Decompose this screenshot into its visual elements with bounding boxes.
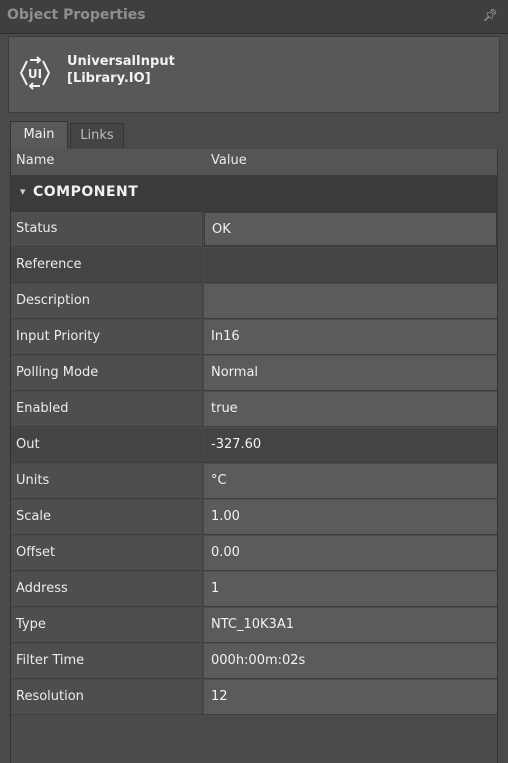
property-value: 000h:00m:02s [211,653,306,668]
property-name-cell: Scale [11,500,203,534]
property-row[interactable]: Input Priority In16 [11,320,497,355]
property-name: Description [16,293,91,308]
property-value-cell[interactable]: true [204,392,497,426]
property-row[interactable]: Enabled true [11,392,497,427]
panel-title: Object Properties [7,7,146,23]
property-name: Address [16,581,68,596]
property-value: -327.60 [211,437,262,452]
property-name-cell: Resolution [11,680,203,714]
group-label: COMPONENT [33,184,139,200]
property-name: Scale [16,509,51,524]
svg-text:UI: UI [28,67,42,81]
property-row[interactable]: Filter Time 000h:00m:02s [11,644,497,679]
property-name: Input Priority [16,329,101,344]
property-value: 0.00 [211,545,240,560]
property-name: Out [16,437,40,452]
property-value-cell[interactable]: 1 [204,572,497,606]
property-name-cell: Enabled [11,392,203,426]
grid-header: Name Value [11,149,497,176]
property-name-cell: Type [11,608,203,642]
property-name: Status [16,221,58,236]
tab-links[interactable]: Links [70,123,124,148]
property-name-cell: Input Priority [11,320,203,354]
property-value: 1 [211,581,220,596]
property-value: true [211,401,238,416]
property-name-cell: Offset [11,536,203,570]
property-name: Resolution [16,689,84,704]
chevron-down-icon[interactable]: ▾ [20,185,26,198]
property-name-cell: Out [11,428,203,462]
property-name: Type [16,617,46,632]
property-value-cell[interactable]: 12 [204,680,497,714]
object-header: UI UniversalInput [Library.IO] [8,36,500,113]
property-value-cell[interactable] [204,248,497,282]
pin-icon[interactable]: 📌︎ [483,8,498,22]
group-component[interactable]: ▾ COMPONENT [11,176,497,212]
object-properties-panel: Object Properties 📌︎ UI UniversalInput [… [0,0,508,763]
property-name-cell: Status [11,212,203,246]
property-row[interactable]: Offset 0.00 [11,536,497,571]
panel-titlebar: Object Properties 📌︎ [0,0,508,34]
property-name-cell: Polling Mode [11,356,203,390]
property-value-cell[interactable]: 000h:00m:02s [204,644,497,678]
property-value-cell[interactable]: °C [204,464,497,498]
property-row[interactable]: Units °C [11,464,497,499]
property-name: Units [16,473,50,488]
property-row[interactable]: Type NTC_10K3A1 [11,608,497,643]
property-value: NTC_10K3A1 [211,617,294,632]
property-row[interactable]: Scale 1.00 [11,500,497,535]
property-row[interactable]: Description [11,284,497,319]
property-name: Offset [16,545,56,560]
property-value: Normal [211,365,259,380]
object-library: [Library.IO] [67,71,151,86]
property-value: OK [212,222,231,237]
property-value: 12 [211,689,228,704]
property-row[interactable]: Resolution 12 [11,680,497,715]
property-name-cell: Description [11,284,203,318]
property-value-cell[interactable] [204,284,497,318]
property-value: °C [211,473,227,488]
property-value-cell[interactable]: 0.00 [204,536,497,570]
property-row[interactable]: Status OK [11,212,497,247]
column-header-value[interactable]: Value [211,153,247,168]
property-name: Reference [16,257,82,272]
property-value: In16 [211,329,240,344]
column-header-name[interactable]: Name [16,153,54,168]
property-row[interactable]: Out -327.60 [11,428,497,463]
property-value: 1.00 [211,509,240,524]
property-name: Enabled [16,401,69,416]
property-name: Filter Time [16,653,85,668]
property-value-cell[interactable]: Normal [204,356,497,390]
property-grid: Name Value ▾ COMPONENT Status OK Reference… [10,149,498,763]
property-row[interactable]: Address 1 [11,572,497,607]
property-value-cell[interactable]: In16 [204,320,497,354]
property-value-cell[interactable]: OK [204,212,497,246]
property-value-cell[interactable]: 1.00 [204,500,497,534]
universal-input-icon: UI [19,56,51,90]
object-name: UniversalInput [67,54,175,69]
property-value-cell[interactable]: NTC_10K3A1 [204,608,497,642]
property-name: Polling Mode [16,365,99,380]
property-name-cell: Address [11,572,203,606]
property-name-cell: Reference [11,248,203,282]
property-value-cell[interactable]: -327.60 [204,428,497,462]
property-name-cell: Filter Time [11,644,203,678]
property-row[interactable]: Polling Mode Normal [11,356,497,391]
tab-main[interactable]: Main [10,121,68,149]
property-row[interactable]: Reference [11,248,497,283]
property-name-cell: Units [11,464,203,498]
